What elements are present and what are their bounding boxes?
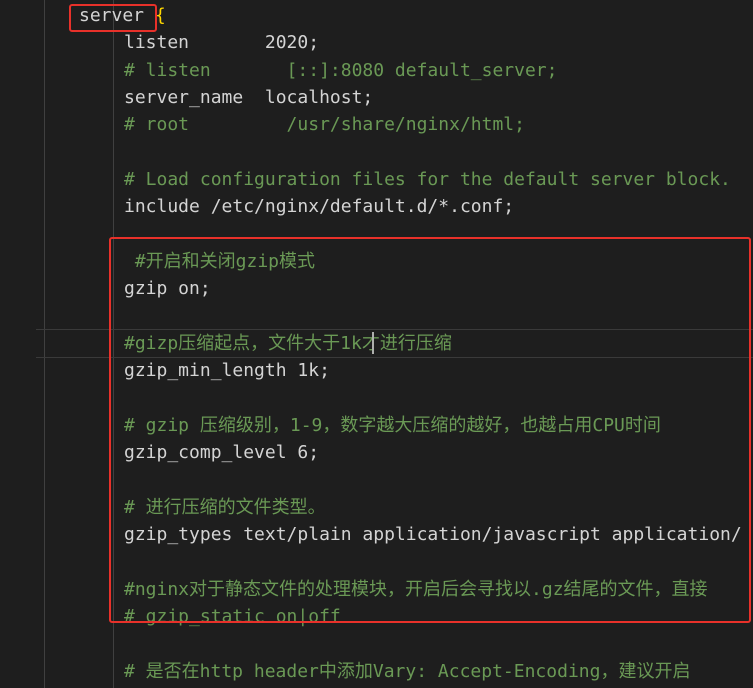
code-line[interactable]: server_name localhost; — [124, 84, 373, 111]
directive-text: server_name localhost — [124, 86, 363, 108]
gzip-block-highlight-box — [109, 237, 751, 623]
code-line[interactable]: listen 2020; — [124, 29, 319, 56]
comment-line[interactable]: # root /usr/share/nginx/html; — [124, 111, 525, 138]
code-editor[interactable]: server {listen 2020; # listen [::]:8080 d… — [0, 0, 753, 688]
server-keyword-highlight-box — [69, 4, 157, 32]
comment-line[interactable]: # listen [::]:8080 default_server; — [124, 57, 557, 84]
code-line[interactable]: include /etc/nginx/default.d/*.conf; — [124, 193, 514, 220]
comment-line[interactable]: # Load configuration files for the defau… — [124, 166, 731, 193]
directive-text: include /etc/nginx/default.d/*.conf — [124, 196, 504, 218]
directive-text: listen 2020 — [124, 32, 309, 54]
comment-text: # root /usr/share/nginx/html; — [124, 114, 525, 136]
semicolon: ; — [503, 196, 515, 218]
comment-text: # Load configuration files for the defau… — [124, 168, 731, 190]
comment-text: # 是否在http header中添加Vary: Accept-Encoding… — [124, 660, 691, 682]
comment-line[interactable]: # 是否在http header中添加Vary: Accept-Encoding… — [124, 658, 690, 685]
semicolon: ; — [362, 86, 374, 108]
comment-text: # listen [::]:8080 default_server; — [124, 59, 558, 81]
semicolon: ; — [308, 32, 320, 54]
